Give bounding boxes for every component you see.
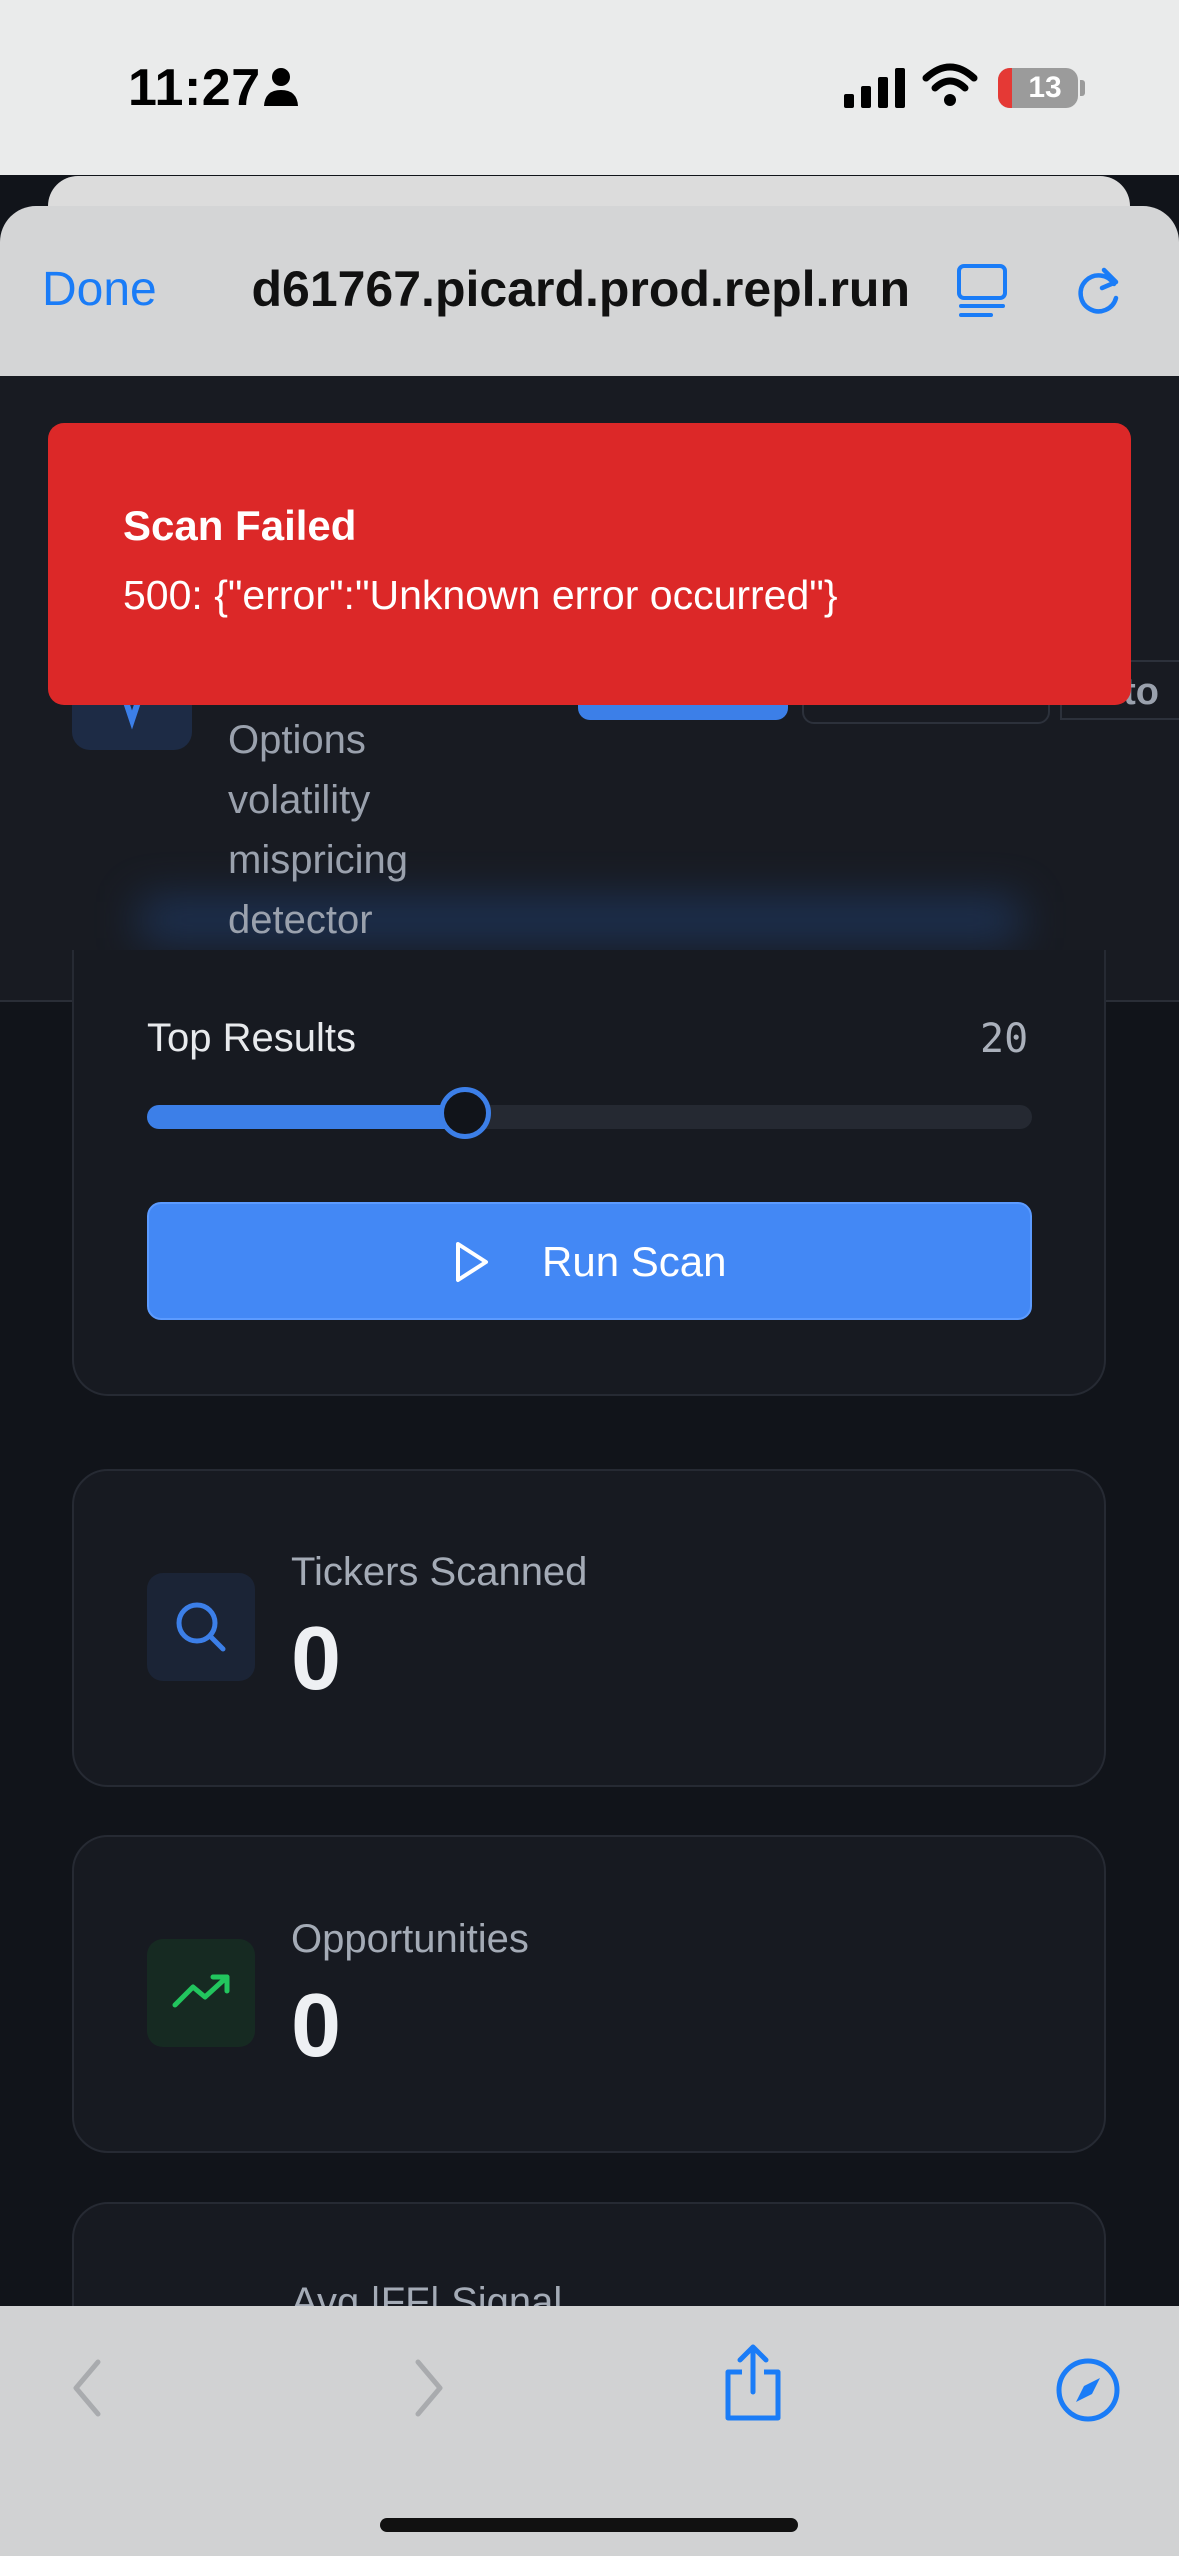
compass-icon[interactable] [1054, 2356, 1122, 2424]
top-results-label: Top Results [147, 1016, 356, 1060]
run-scan-label: Run Scan [542, 1238, 727, 1285]
forward-icon[interactable] [404, 2356, 452, 2420]
share-icon[interactable] [722, 2342, 784, 2422]
battery-icon: 13 [998, 68, 1078, 108]
battery-level: 13 [1028, 71, 1062, 104]
app-tagline: Options volatility mispricing detector [228, 718, 409, 942]
search-icon-box [147, 1573, 255, 1681]
reload-icon[interactable] [1074, 262, 1126, 318]
url-field[interactable]: d61767.picard.prod.repl.run [210, 260, 910, 318]
slider-fill [147, 1105, 465, 1129]
error-toast[interactable] [48, 423, 1131, 705]
battery-tip [1080, 80, 1085, 96]
trending-icon-box [147, 1939, 255, 2047]
status-time: 11:27 [128, 59, 261, 117]
trending-up-icon [172, 1974, 230, 2008]
done-button[interactable]: Done [42, 262, 157, 317]
search-icon [176, 1602, 226, 1652]
toast-title: Scan Failed [123, 502, 357, 549]
toast-message: 500: {"error":"Unknown error occurred"} [123, 572, 838, 618]
wifi-icon [922, 63, 978, 106]
person-icon [264, 68, 298, 106]
reader-icon[interactable] [955, 262, 1009, 318]
url-text: d61767.picard.prod.repl.run [251, 261, 910, 317]
home-indicator [380, 2518, 798, 2532]
signal-icon [844, 68, 905, 108]
stat-label-tickers: Tickers Scanned [291, 1550, 588, 1594]
stat-value-tickers: 0 [291, 1609, 342, 1709]
play-icon [456, 1242, 488, 1282]
slider-thumb[interactable] [439, 1087, 491, 1139]
stat-value-opportunities: 0 [291, 1976, 342, 2076]
top-results-value: 20 [980, 1016, 1029, 1062]
stat-label-opportunities: Opportunities [291, 1917, 529, 1961]
back-icon[interactable] [64, 2356, 112, 2420]
